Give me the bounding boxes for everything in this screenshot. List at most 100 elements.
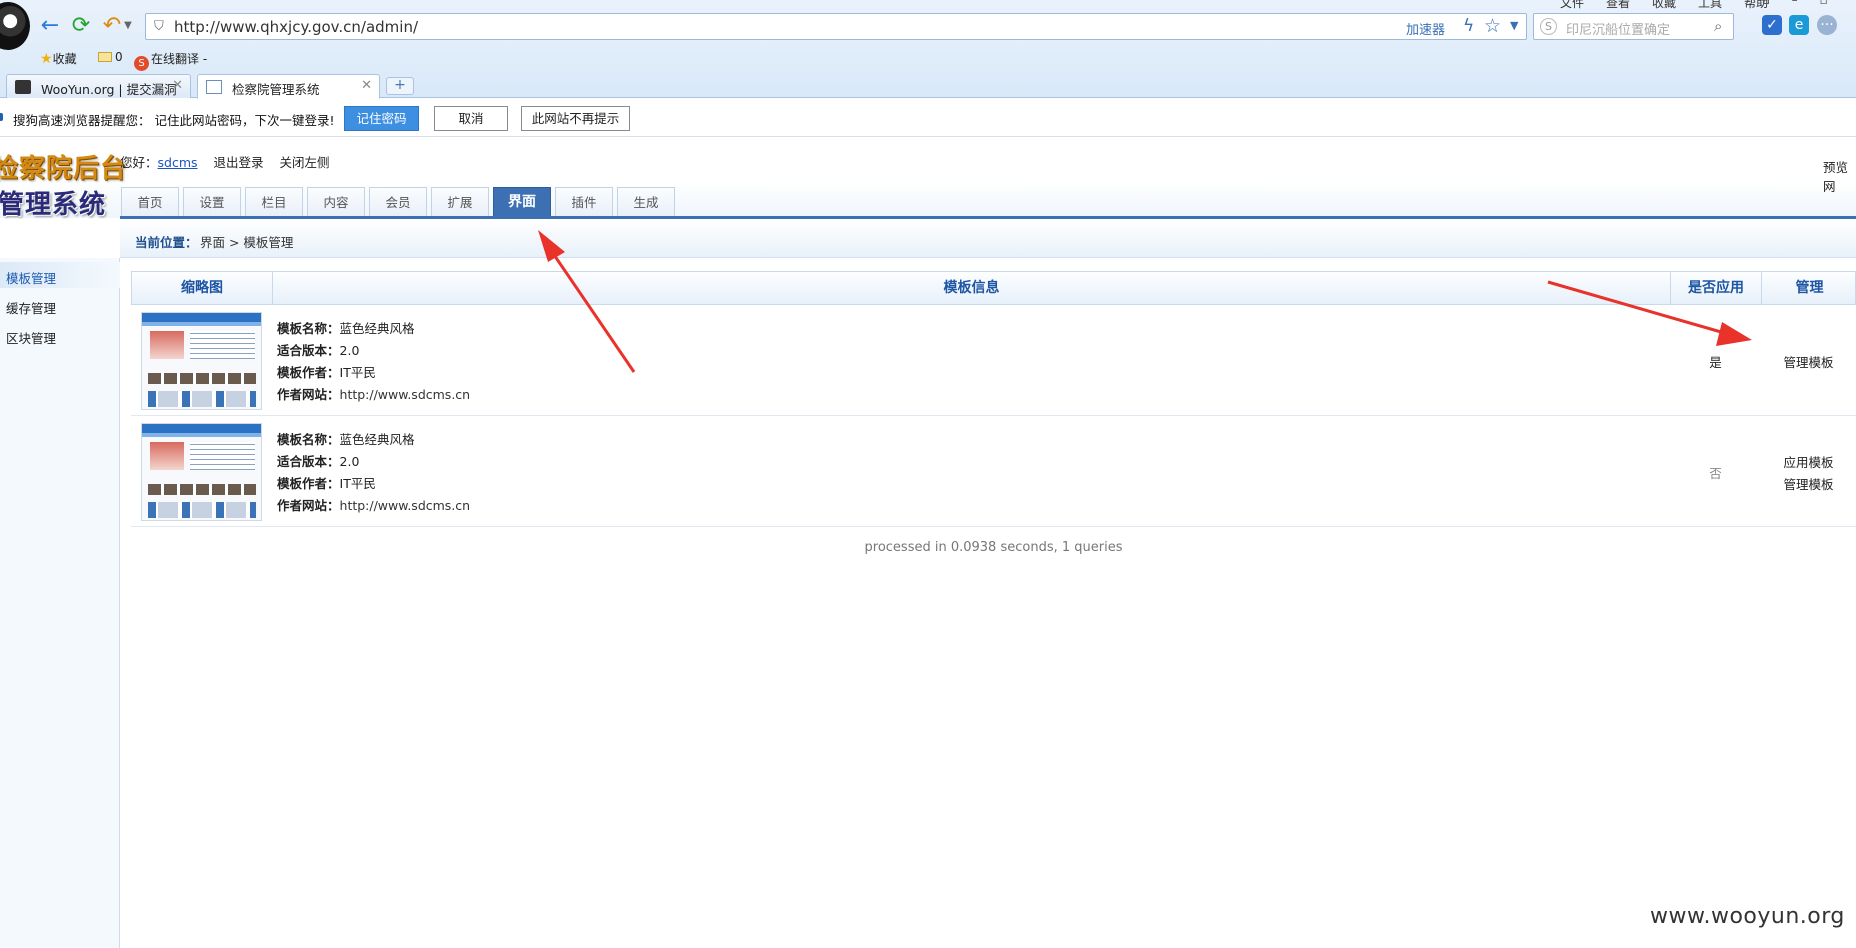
label-site: 作者网站： [277,387,340,402]
manage-template-link[interactable]: 管理模板 [1761,352,1856,374]
thumb-nav [142,433,261,437]
apply-template-link[interactable]: 应用模板 [1761,452,1856,474]
menu-view[interactable]: 查看 [1606,0,1630,10]
thumb-gallery [148,373,256,384]
remember-password-button[interactable]: 记住密码 [344,106,419,131]
label-name: 模板名称： [277,321,340,336]
browser-tab-wooyun[interactable]: WooYun.org | 提交漏洞 ✕ [6,74,191,98]
new-tab-button[interactable]: + [386,77,414,95]
sidebar-item-template-manage[interactable]: 模板管理 [0,262,120,288]
sidebar-item-cache-manage[interactable]: 缓存管理 [0,292,120,318]
username-link[interactable]: sdcms [158,155,198,170]
address-url[interactable]: http://www.qhxjcy.gov.cn/admin/ [174,18,418,36]
minimize-icon[interactable]: – [1792,0,1798,7]
template-thumbnail[interactable] [141,312,262,410]
password-save-prompt: 搜狗高速浏览器提醒您： 记住此网站密码，下次一键登录! 记住密码 取消 此网站不… [0,99,1856,137]
prompt-text: 搜狗高速浏览器提醒您： 记住此网站密码，下次一键登录! [13,113,335,128]
template-name: 蓝色经典风格 [339,432,415,447]
sidebar: 模板管理 缓存管理 区块管理 [0,258,120,948]
tab-columns[interactable]: 栏目 [245,187,303,217]
column-header-info: 模板信息 [273,272,1671,304]
tab-home[interactable]: 首页 [121,187,179,217]
translate-icon: S [134,56,149,71]
address-dropdown-icon[interactable]: ▼ [1510,19,1518,32]
column-header-applied: 是否应用 [1671,272,1762,304]
search-engine-icon[interactable]: S [1540,18,1557,35]
star-icon: ★ [40,51,53,67]
close-left-link[interactable]: 关闭左侧 [280,155,330,170]
tab-members[interactable]: 会员 [369,187,427,217]
table-row: 模板名称：蓝色经典风格 适合版本：2.0 模板作者：IT平民 作者网站：http… [131,417,1856,527]
back-arrow-icon[interactable]: ← [38,14,62,38]
folder-icon [98,52,112,62]
tab-label: WooYun.org | 提交漏洞 [41,82,177,97]
browser-menu: 文件 查看 收藏 工具 帮助 [1560,0,1790,11]
template-site[interactable]: http://www.sdcms.cn [340,387,471,402]
greeting-prefix: 您好： [120,155,158,170]
menu-file[interactable]: 文件 [1560,0,1584,10]
ie-mode-icon[interactable]: e [1789,15,1809,35]
accelerator-label[interactable]: 加速器 [1406,19,1445,38]
breadcrumb-path: 界面 > 模板管理 [200,235,294,250]
user-avatar[interactable] [0,2,30,50]
cancel-button[interactable]: 取消 [434,106,508,131]
thumb-nav [142,322,261,326]
search-box[interactable]: S 印尼沉船位置确定 ⌕ [1533,13,1734,40]
browser-toolbar: ← ⟳ ↶ ▼ 文件 查看 收藏 工具 帮助 ⌂ – ▫ ⛉ http://www.qhxj… [0,0,1856,99]
restore-icon[interactable]: ▫ [1820,0,1828,7]
undo-icon[interactable]: ↶ [100,14,124,38]
logo-subtitle: 管理系统 [0,190,107,220]
bookmark-translate[interactable]: S 在线翻译 - [134,50,207,71]
browser-tab-admin[interactable]: 检察院管理系统 ✕ [197,74,380,99]
template-info: 模板名称：蓝色经典风格 适合版本：2.0 模板作者：IT平民 作者网站：http… [277,429,470,517]
refresh-icon[interactable]: ⟳ [69,14,93,38]
template-name: 蓝色经典风格 [339,321,415,336]
breadcrumb-label: 当前位置： [135,235,198,250]
admin-header: 检察院后台 管理系统 您好：sdcms 退出登录 关闭左侧 预览网 首页 设置 … [0,138,1856,220]
thumb-header [142,313,261,322]
label-author: 模板作者： [277,365,340,380]
bookmark-favorites[interactable]: ★收藏 [40,50,77,67]
bookmark-star-icon[interactable]: ☆ [1484,15,1501,37]
close-tab-icon[interactable]: ✕ [361,78,372,93]
manage-template-link[interactable]: 管理模板 [1761,474,1856,496]
preview-site-link[interactable]: 预览网 [1823,157,1856,195]
search-icon[interactable]: ⌕ [1714,17,1722,35]
menu-favorites[interactable]: 收藏 [1652,0,1676,10]
home-icon[interactable]: ⌂ [1762,0,1770,7]
close-tab-icon[interactable]: ✕ [172,78,183,93]
tab-interface[interactable]: 界面 [493,187,551,218]
browser-tab-strip: WooYun.org | 提交漏洞 ✕ 检察院管理系统 ✕ + [0,72,1856,99]
column-header-manage: 管理 [1795,280,1824,296]
template-site[interactable]: http://www.sdcms.cn [340,498,471,513]
tab-content[interactable]: 内容 [307,187,365,217]
tab-settings[interactable]: 设置 [183,187,241,217]
thumb-text [190,331,255,359]
logout-link[interactable]: 退出登录 [214,155,264,170]
label-version: 适合版本： [277,343,340,358]
tab-extend[interactable]: 扩展 [431,187,489,217]
page-favicon-icon [206,80,222,94]
security-extension-icon[interactable]: ✓ [1762,15,1782,35]
more-icon[interactable]: ··· [1817,15,1837,35]
template-thumbnail[interactable] [141,423,262,521]
thumb-header [142,424,261,433]
table-row: 模板名称：蓝色经典风格 适合版本：2.0 模板作者：IT平民 作者网站：http… [131,306,1856,416]
bookmark-folder[interactable]: 0 [98,50,123,64]
undo-dropdown-icon[interactable]: ▼ [122,14,134,38]
applied-status: 否 [1709,466,1722,481]
sidebar-item-block-manage[interactable]: 区块管理 [0,322,120,348]
never-remind-button[interactable]: 此网站不再提示 [521,106,630,131]
template-version: 2.0 [339,454,360,469]
tab-plugins[interactable]: 插件 [555,187,613,217]
security-shield-icon: ⛉ [154,19,164,34]
menu-tools[interactable]: 工具 [1698,0,1722,10]
lightning-icon[interactable]: ϟ [1463,16,1474,36]
label-site: 作者网站： [277,498,340,513]
tab-generate[interactable]: 生成 [617,187,675,217]
thumb-text [190,442,255,470]
thumb-footer [148,391,256,407]
search-placeholder[interactable]: 印尼沉船位置确定 [1566,19,1670,38]
template-info: 模板名称：蓝色经典风格 适合版本：2.0 模板作者：IT平民 作者网站：http… [277,318,470,406]
address-bar[interactable]: ⛉ http://www.qhxjcy.gov.cn/admin/ 加速器 ϟ … [145,13,1527,40]
